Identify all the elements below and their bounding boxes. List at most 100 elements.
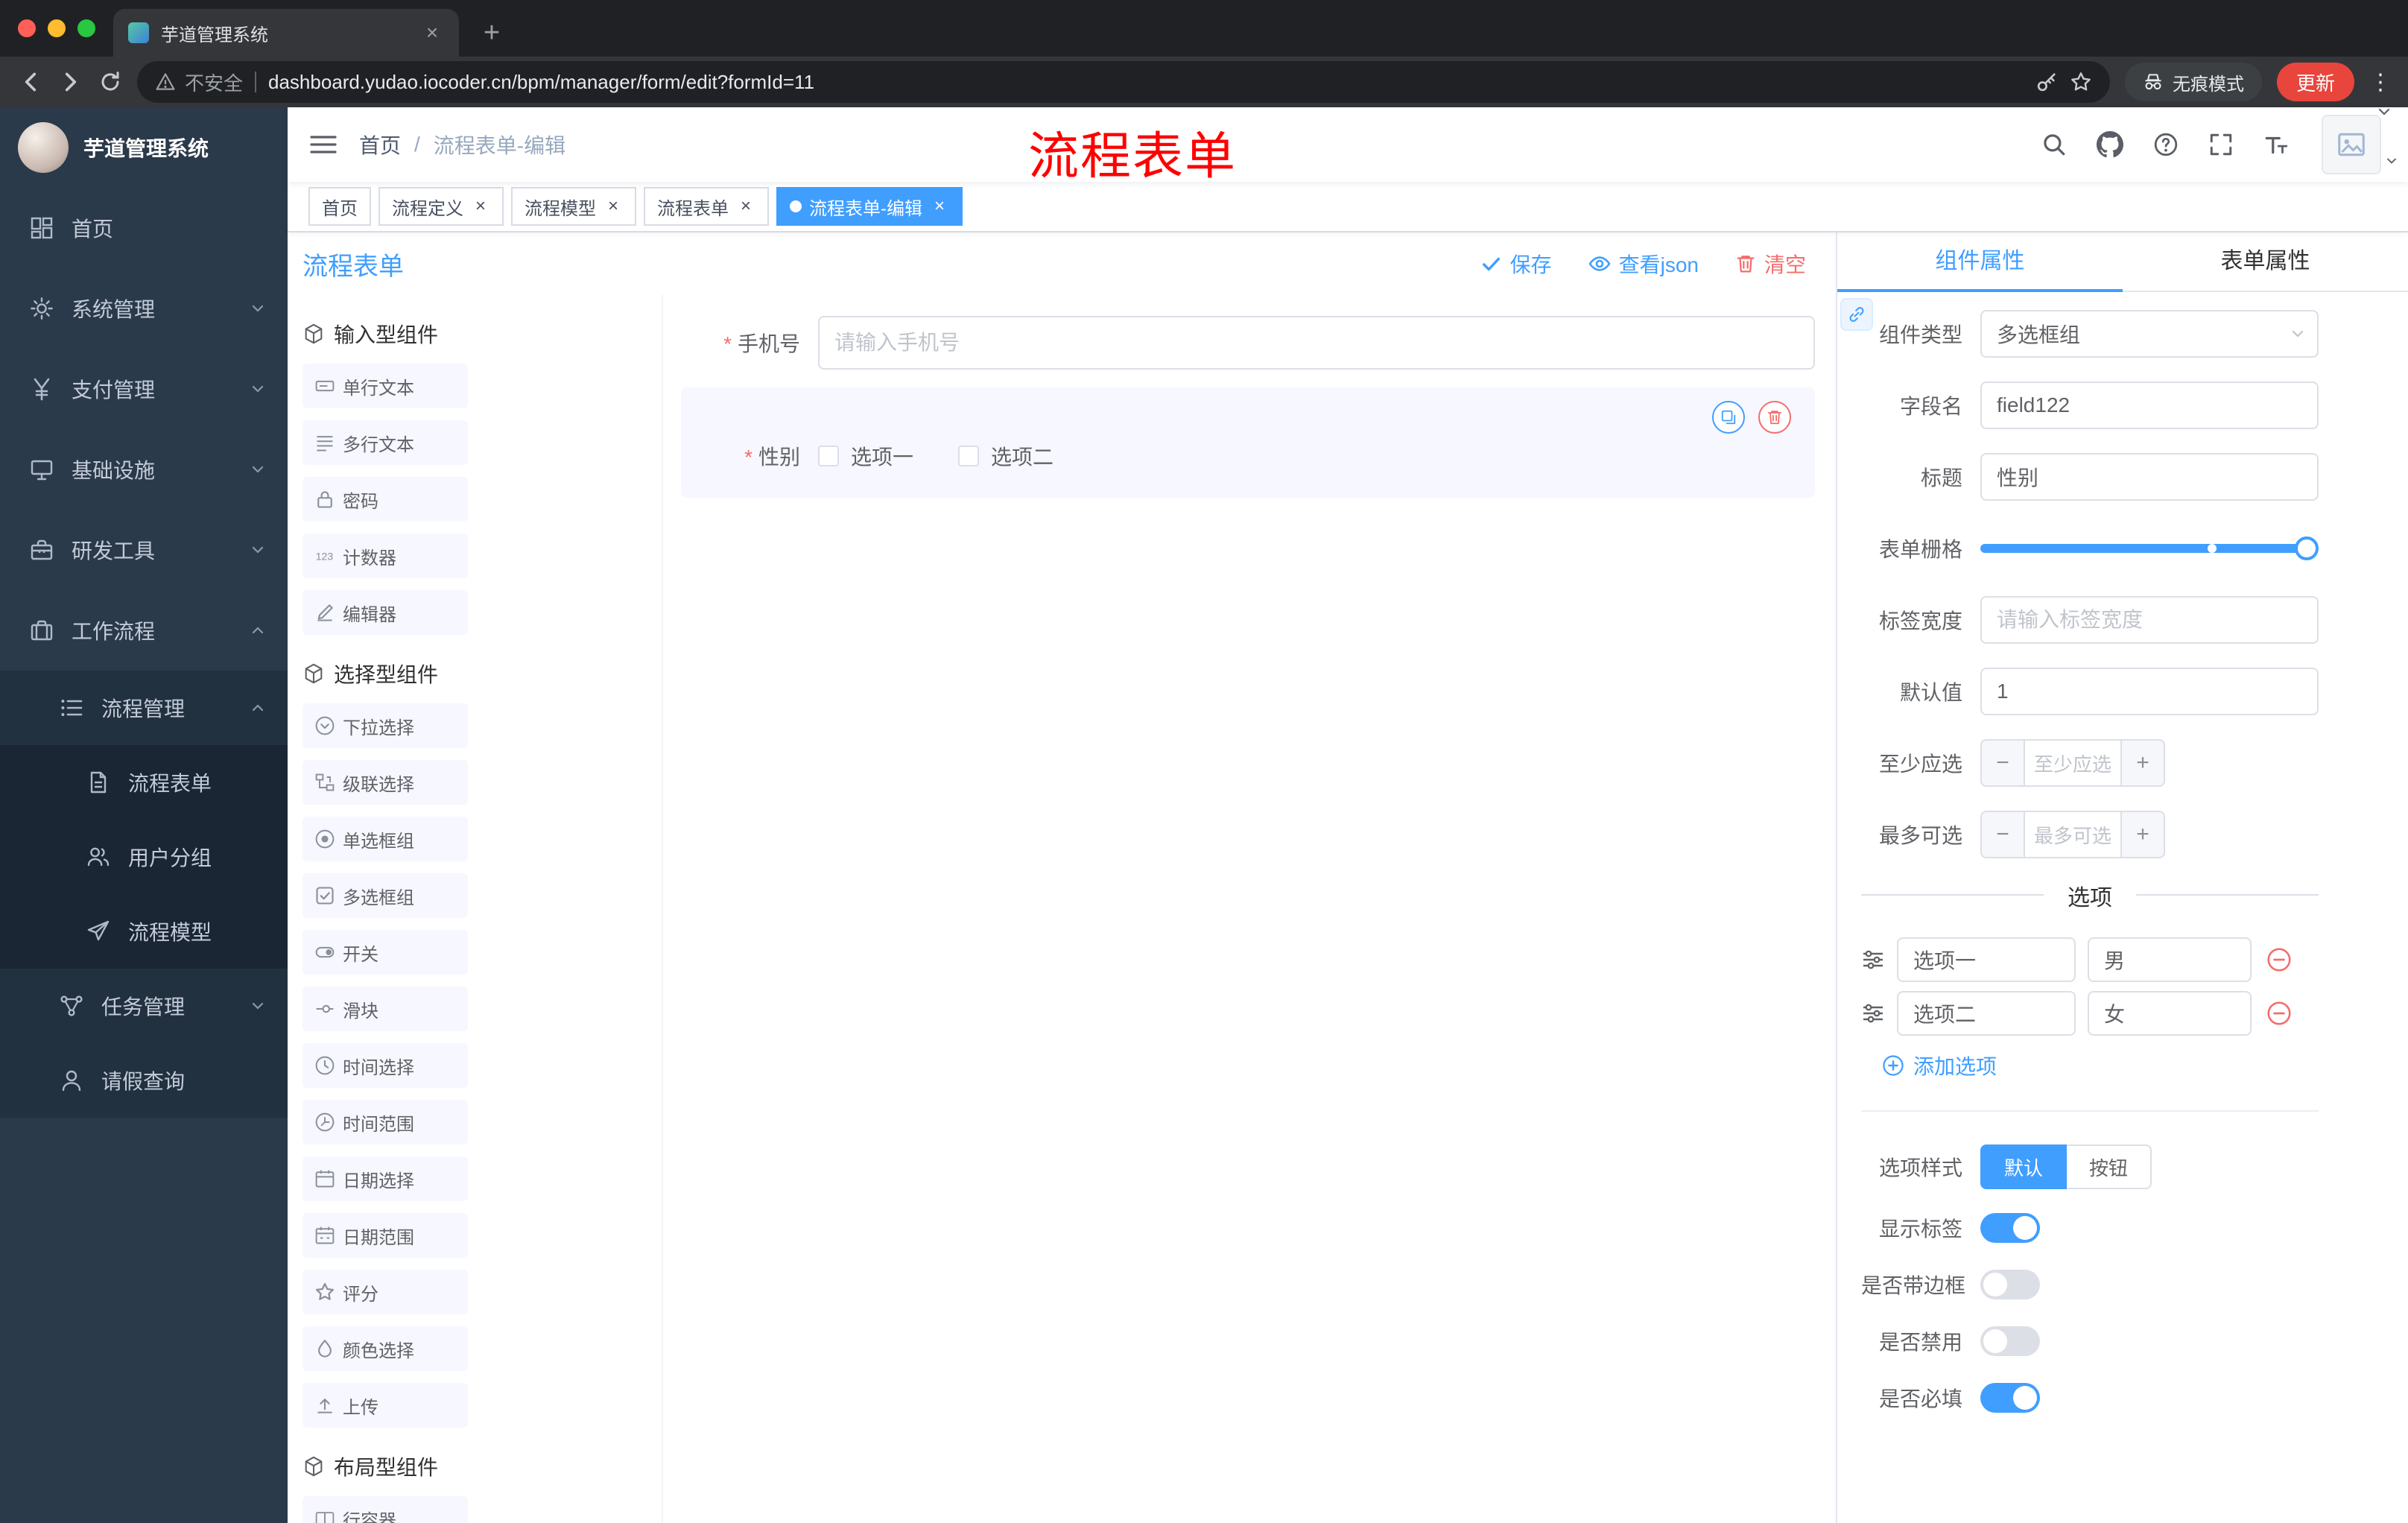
clear-button[interactable]: 清空 (1734, 249, 1806, 279)
component-type-select[interactable] (1980, 310, 2319, 358)
slider-track[interactable] (1980, 536, 2319, 560)
add-option-button[interactable]: 添加选项 (1882, 1051, 2319, 1080)
sidebar-item-home[interactable]: 首页 (0, 188, 288, 268)
form-canvas[interactable]: 手机号 性别 选项一 (663, 295, 1836, 1523)
palette-item-checkbox-group[interactable]: 多选框组 (302, 873, 468, 918)
link-icon[interactable] (1840, 298, 1873, 331)
plus-button[interactable]: + (2122, 811, 2165, 858)
style-default-button[interactable]: 默认 (1980, 1144, 2068, 1189)
sidebar-item-system[interactable]: 系统管理 (0, 268, 288, 349)
required-switch[interactable] (1980, 1383, 2040, 1413)
tag-close-icon[interactable]: × (471, 196, 490, 217)
sidebar-toggle-icon[interactable] (288, 107, 359, 182)
default-value-input[interactable] (1980, 668, 2319, 715)
gender-option2-checkbox[interactable]: 选项二 (958, 441, 1054, 471)
minus-button[interactable]: − (1980, 739, 2024, 787)
option-value-input[interactable] (2088, 991, 2252, 1036)
sidebar-item-workflow[interactable]: 工作流程 (0, 590, 288, 671)
search-icon[interactable] (2041, 132, 2067, 157)
save-button[interactable]: 保存 (1480, 249, 1552, 279)
option-value-input[interactable] (2088, 937, 2252, 982)
option-label-input[interactable] (1897, 991, 2076, 1036)
sidebar-item-process-management[interactable]: 流程管理 (0, 671, 288, 745)
sidebar-item-infrastructure[interactable]: 基础设施 (0, 429, 288, 510)
palette-item-cascader[interactable]: 级联选择 (302, 760, 468, 805)
toolbar-caret-icon[interactable] (2375, 103, 2393, 121)
palette-item-single-line-text[interactable]: 单行文本 (302, 364, 468, 408)
tag-home[interactable]: 首页 (308, 187, 371, 226)
gender-option1-checkbox[interactable]: 选项一 (818, 441, 913, 471)
tag-close-icon[interactable]: × (930, 196, 949, 217)
close-window-button[interactable] (18, 19, 36, 37)
sidebar-item-devtools[interactable]: 研发工具 (0, 510, 288, 590)
palette-item-radio-group[interactable]: 单选框组 (302, 817, 468, 861)
palette-item-rate[interactable]: 评分 (302, 1270, 468, 1314)
palette-item-editor[interactable]: 编辑器 (302, 590, 468, 635)
label-width-input[interactable] (1980, 596, 2319, 644)
tag-process-form-edit[interactable]: 流程表单-编辑 × (776, 187, 963, 226)
style-button-button[interactable]: 按钮 (2067, 1144, 2152, 1189)
back-icon[interactable] (18, 69, 43, 95)
sidebar-item-task-management[interactable]: 任务管理 (0, 969, 288, 1043)
phone-input[interactable] (818, 316, 1815, 370)
max-select-value[interactable]: 最多可选 (2024, 811, 2122, 858)
tab-close-icon[interactable]: × (420, 21, 444, 45)
fullscreen-icon[interactable] (2208, 132, 2234, 157)
remove-option-icon[interactable] (2266, 1001, 2292, 1026)
sidebar-item-leave-query[interactable]: 请假查询 (0, 1043, 288, 1118)
drag-handle-icon[interactable] (1861, 1001, 1885, 1025)
palette-item-multi-line-text[interactable]: 多行文本 (302, 420, 468, 465)
address-bar[interactable]: 不安全 dashboard.yudao.iocoder.cn/bpm/manag… (137, 61, 2110, 103)
min-select-value[interactable]: 至少应选 (2024, 739, 2122, 787)
remove-option-icon[interactable] (2266, 947, 2292, 972)
plus-button[interactable]: + (2122, 739, 2165, 787)
sidebar-logo[interactable]: 芋道管理系统 (0, 107, 288, 188)
tag-process-form[interactable]: 流程表单 × (644, 187, 769, 226)
title-input[interactable] (1980, 453, 2319, 501)
delete-component-button[interactable] (1758, 401, 1791, 434)
new-tab-button[interactable]: + (471, 12, 513, 54)
help-icon[interactable] (2153, 132, 2179, 157)
update-button[interactable]: 更新 (2276, 63, 2354, 101)
option-label-input[interactable] (1897, 937, 2076, 982)
breadcrumb-home[interactable]: 首页 (359, 130, 401, 159)
reload-icon[interactable] (98, 70, 122, 94)
security-chip[interactable]: 不安全 (155, 69, 243, 96)
sidebar-item-process-form[interactable]: 流程表单 (0, 745, 288, 820)
field-name-input[interactable] (1980, 381, 2319, 429)
palette-item-date-range[interactable]: 日期范围 (302, 1213, 468, 1258)
palette-item-row-container[interactable]: 行容器 (302, 1496, 468, 1523)
component-type-value[interactable] (1980, 310, 2319, 358)
tab-form-props[interactable]: 表单属性 (2123, 232, 2408, 291)
zoom-window-button[interactable] (77, 19, 95, 37)
tag-process-definition[interactable]: 流程定义 × (378, 187, 504, 226)
slider-knob[interactable] (2295, 536, 2319, 560)
user-avatar[interactable] (2322, 115, 2381, 174)
sidebar-item-user-group[interactable]: 用户分组 (0, 820, 288, 894)
drag-handle-icon[interactable] (1861, 948, 1885, 972)
tag-process-model[interactable]: 流程模型 × (511, 187, 636, 226)
disabled-switch[interactable] (1980, 1326, 2040, 1356)
tag-close-icon[interactable]: × (736, 196, 755, 217)
font-size-icon[interactable] (2263, 132, 2289, 157)
palette-item-select[interactable]: 下拉选择 (302, 703, 468, 748)
browser-tab[interactable]: 芋道管理系统 × (113, 9, 459, 57)
minus-button[interactable]: − (1980, 811, 2024, 858)
tab-component-props[interactable]: 组件属性 (1837, 232, 2123, 292)
sidebar-item-process-model[interactable]: 流程模型 (0, 894, 288, 969)
palette-item-switch[interactable]: 开关 (302, 930, 468, 975)
palette-item-time-range[interactable]: 时间范围 (302, 1100, 468, 1144)
with-border-switch[interactable] (1980, 1270, 2040, 1299)
selected-component-gender[interactable]: 性别 选项一 选项二 (681, 387, 1815, 498)
palette-item-upload[interactable]: 上传 (302, 1383, 468, 1428)
bookmark-star-icon[interactable] (2070, 71, 2092, 93)
github-icon[interactable] (2097, 131, 2123, 158)
view-json-button[interactable]: 查看json (1588, 249, 1699, 279)
show-label-switch[interactable] (1980, 1213, 2040, 1243)
browser-menu-icon[interactable]: ⋮ (2369, 69, 2392, 95)
password-key-icon[interactable] (2035, 71, 2058, 93)
forward-icon[interactable] (58, 69, 83, 95)
palette-item-counter[interactable]: 计数器 (302, 533, 468, 578)
minimize-window-button[interactable] (48, 19, 66, 37)
palette-item-date-picker[interactable]: 日期选择 (302, 1156, 468, 1201)
